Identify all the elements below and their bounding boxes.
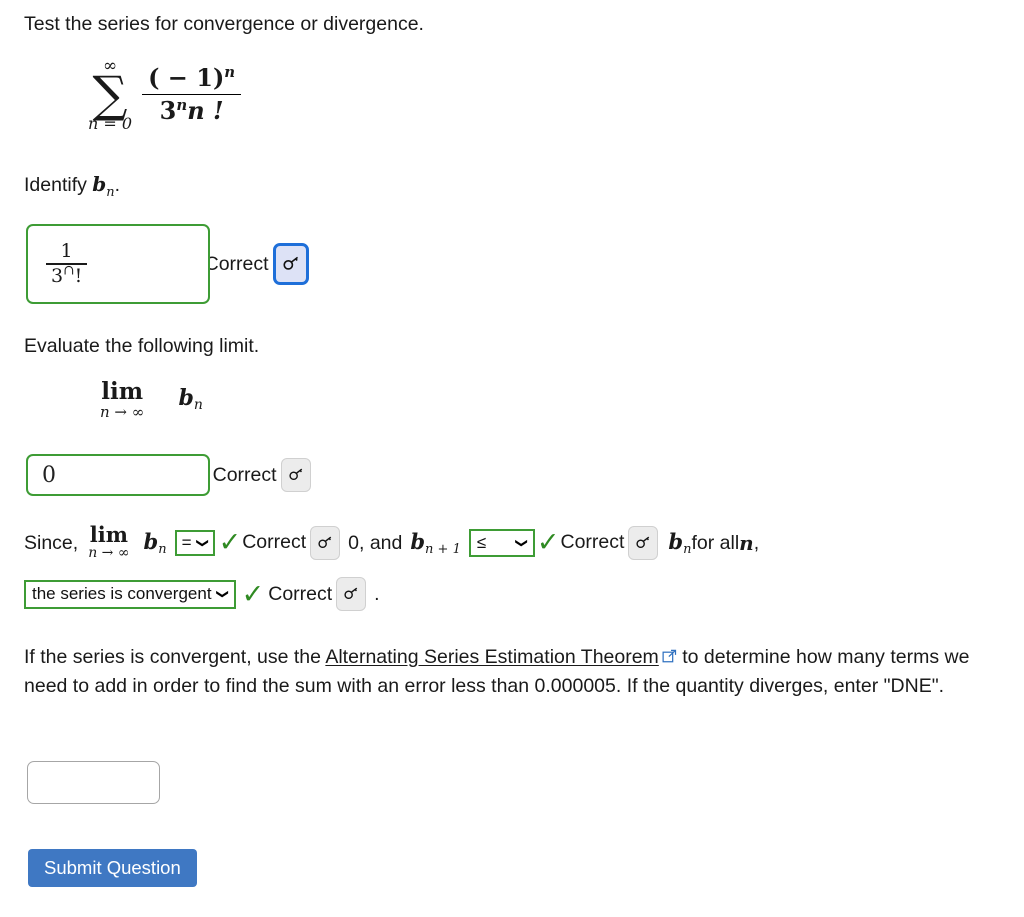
final-answer-input[interactable] xyxy=(27,761,160,804)
comparison-select-1-value: = xyxy=(181,532,192,552)
series-denominator: 3nn ! xyxy=(154,95,230,126)
key-icon xyxy=(288,468,302,481)
evaluate-limit-prompt: Evaluate the following limit. xyxy=(24,335,260,357)
since-bn-subscript: n xyxy=(158,541,167,557)
since-bn-2: bn xyxy=(668,529,691,557)
since-bn: bn xyxy=(144,529,167,557)
submit-question-button[interactable]: Submit Question xyxy=(28,849,197,887)
since-tail-text: for all xyxy=(691,531,740,554)
final-answer-row xyxy=(27,761,160,804)
identify-prompt-subscript: n xyxy=(106,184,115,200)
identify-prompt-text: Identify xyxy=(24,174,93,196)
correct-label: Correct xyxy=(242,531,307,554)
answer-bn-denominator: 3∩! xyxy=(46,262,87,287)
question-page: Test the series for convergence or diver… xyxy=(0,0,1024,917)
limit-body-variable: b xyxy=(178,384,194,411)
denominator-exponent: n xyxy=(176,96,188,115)
series-numerator-exponent: n xyxy=(224,63,236,82)
limit-subscript: n → ∞ xyxy=(100,403,145,422)
identify-prompt-period: . xyxy=(114,174,121,196)
check-icon: ✓ xyxy=(536,527,560,559)
since-limit-subscript: n → ∞ xyxy=(88,545,130,562)
limit-operator: lim n → ∞ xyxy=(100,378,145,422)
submit-row: Submit Question xyxy=(28,849,197,887)
summation-operator: ∞ ∑ n = 0 xyxy=(88,58,132,132)
answer-bn-numerator: 1 xyxy=(60,240,73,263)
series-fraction: ( − 1)n 3nn ! xyxy=(142,64,242,126)
key-icon-button[interactable] xyxy=(310,525,341,560)
conclusion-line: the series is convergent ❯ ✓ Correct . xyxy=(24,577,380,611)
since-bn-plus-1: bn + 1 xyxy=(410,529,461,557)
comparison-select-2-value: ≤ xyxy=(476,532,487,552)
since-bn-variable: b xyxy=(143,528,159,554)
instructions-part1: If the series is convergent, use the xyxy=(24,646,326,668)
answer-bn-den-tail: ! xyxy=(74,264,83,287)
key-icon-button[interactable] xyxy=(272,243,309,285)
answer-input-limit[interactable]: 0 xyxy=(26,454,210,496)
since-bn1-variable: b xyxy=(410,528,426,554)
answer-input-bn[interactable]: 1 3∩! xyxy=(26,224,210,304)
since-limit-operator: lim n → ∞ xyxy=(88,522,130,562)
identify-prompt: Identify bn. xyxy=(24,170,120,203)
alternating-series-estimation-theorem-link[interactable]: Alternating Series Estimation Theorem xyxy=(325,646,658,668)
chevron-down-icon: ❯ xyxy=(195,537,210,548)
key-icon-button[interactable] xyxy=(628,525,659,560)
chevron-down-icon: ❯ xyxy=(514,537,529,548)
limit-expression: lim n → ∞ bn xyxy=(100,378,203,422)
question-title: Test the series for convergence or diver… xyxy=(24,13,424,35)
answer-bn-den-base: 3 xyxy=(51,264,64,287)
conclusion-period: . xyxy=(374,582,380,605)
comparison-select-2[interactable]: ≤ ❯ xyxy=(468,528,535,557)
key-icon-button[interactable] xyxy=(336,577,367,611)
since-bn2-subscript: n xyxy=(683,541,692,557)
series-expression: ∞ ∑ n = 0 ( − 1)n 3nn ! xyxy=(0,46,242,132)
conclusion-select[interactable]: the series is convergent ❯ xyxy=(24,579,236,609)
since-tail-variable: n xyxy=(739,530,754,555)
since-tail-comma: , xyxy=(753,531,760,554)
answer-row-limit: 0 ✓ Correct xyxy=(26,454,311,496)
since-mid-text: 0, and xyxy=(348,531,403,554)
correct-label: Correct xyxy=(560,531,625,554)
check-icon: ✓ xyxy=(241,578,265,610)
answer-limit-value: 0 xyxy=(42,462,56,488)
correct-label: Correct xyxy=(268,582,333,605)
limit-operator-label: lim xyxy=(101,378,144,405)
since-text: Since, xyxy=(24,531,79,554)
series-numerator-base: ( − 1) xyxy=(148,63,225,93)
answer-row-bn: 1 3∩! ✓ Correct xyxy=(26,224,309,304)
answer-bn-den-exponent: ∩ xyxy=(63,262,75,279)
conclusion-select-value: the series is convergent xyxy=(32,584,212,603)
comparison-select-1[interactable]: = ❯ xyxy=(174,529,215,556)
since-bn1-subscript: n + 1 xyxy=(425,541,461,557)
correct-label: Correct xyxy=(204,252,269,275)
key-icon xyxy=(318,536,332,548)
correct-label: Correct xyxy=(212,463,277,486)
limit-body-subscript: n xyxy=(193,397,203,413)
key-icon xyxy=(344,587,358,600)
chevron-down-icon: ❯ xyxy=(215,588,230,600)
answer-bn-fraction: 1 3∩! xyxy=(46,240,88,287)
since-bn2-variable: b xyxy=(668,528,684,554)
key-icon xyxy=(636,536,650,548)
since-line: Since, lim n → ∞ bn = ❯ ✓ Correct 0, and… xyxy=(24,522,760,562)
since-limit-label: lim xyxy=(89,522,128,547)
sigma-icon: ∑ xyxy=(92,66,128,123)
identify-prompt-variable: b xyxy=(92,172,107,196)
key-icon-button[interactable] xyxy=(280,458,311,492)
key-icon xyxy=(283,256,298,270)
denominator-tail: n ! xyxy=(187,96,224,126)
external-link-icon[interactable] xyxy=(662,644,677,672)
denominator-base: 3 xyxy=(159,96,177,126)
check-icon: ✓ xyxy=(218,527,242,559)
summation-lower-limit: n = 0 xyxy=(88,114,133,134)
instructions-paragraph: If the series is convergent, use the Alt… xyxy=(24,643,984,701)
series-numerator: ( − 1)n xyxy=(142,64,241,94)
